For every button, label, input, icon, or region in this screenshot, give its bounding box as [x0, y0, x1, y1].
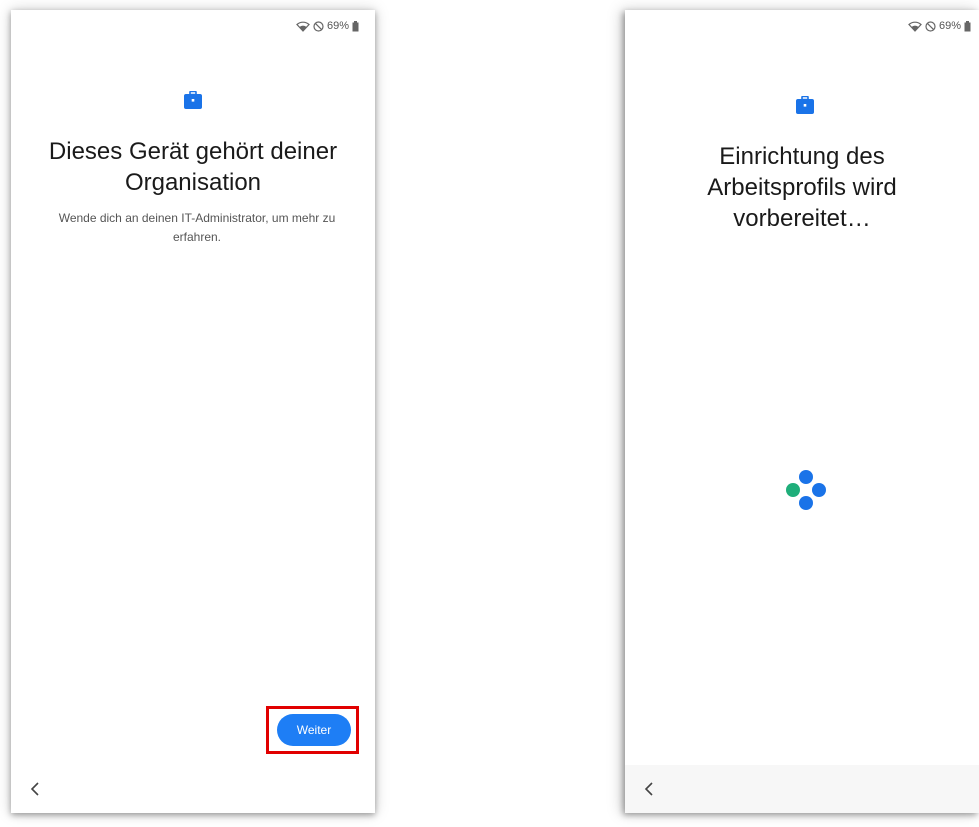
screen-device-owned: 69% Dieses Gerät gehört deiner Organisat…: [11, 10, 375, 813]
wifi-icon: [908, 21, 922, 32]
briefcase-icon: [796, 96, 814, 114]
wifi-icon: [296, 21, 310, 32]
briefcase-icon: [184, 91, 202, 109]
battery-percent: 69%: [938, 20, 961, 32]
page-subtitle: Wende dich an deinen IT-Administrator, u…: [58, 211, 336, 244]
page-title: Einrichtung des Arbeitsprofils wird vorb…: [707, 143, 897, 232]
loading-spinner-icon: [786, 470, 826, 510]
do-not-disturb-icon: [313, 20, 324, 32]
back-chevron-icon[interactable]: [27, 780, 43, 798]
battery-icon: [964, 20, 971, 31]
navigation-bar: [11, 765, 375, 813]
do-not-disturb-icon: [925, 20, 936, 32]
screen-preparing-work-profile: 69% Einrichtung des Arbeitsprofils wird …: [625, 10, 979, 813]
status-bar: 69%: [296, 20, 359, 32]
back-chevron-icon[interactable]: [641, 780, 657, 798]
battery-icon: [352, 20, 359, 31]
status-bar: 69%: [908, 20, 971, 32]
navigation-bar: [625, 765, 979, 813]
continue-button[interactable]: Weiter: [277, 714, 351, 746]
battery-percent: 69%: [326, 20, 349, 32]
page-title: Dieses Gerät gehört deiner Organisation: [48, 138, 338, 196]
